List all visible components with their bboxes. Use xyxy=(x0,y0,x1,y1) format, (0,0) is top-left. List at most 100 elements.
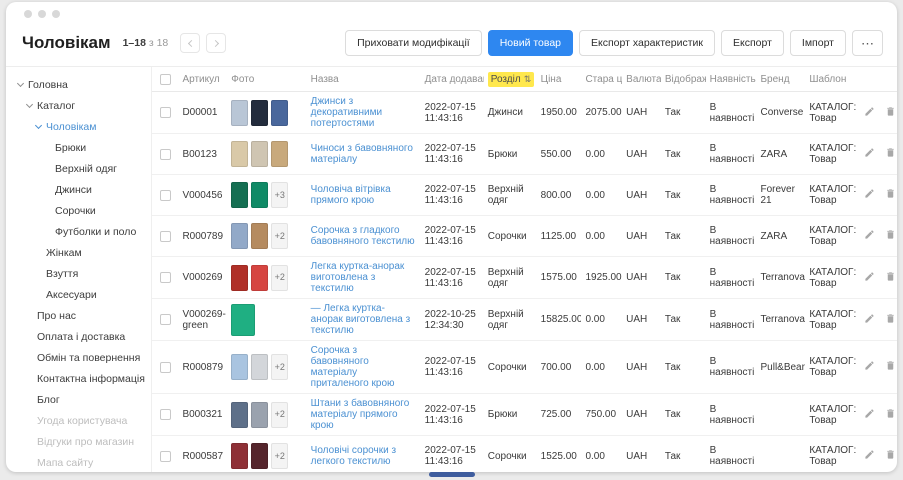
product-photos[interactable]: +2 xyxy=(231,402,302,428)
more-photos-badge[interactable]: +2 xyxy=(271,265,288,291)
product-name-link[interactable]: Легка куртка-анорак виготовлена з тексти… xyxy=(311,261,405,294)
sidebar-item-4[interactable]: Верхній одяг xyxy=(6,158,151,179)
product-thumbnail[interactable] xyxy=(231,223,248,249)
next-page-button[interactable] xyxy=(206,33,226,53)
sidebar-item-15[interactable]: Блог xyxy=(6,389,151,410)
product-name-link[interactable]: Чоловіча вітрівка прямого крою xyxy=(311,184,391,206)
product-name-link[interactable]: Джинси з декоративними потертостями xyxy=(311,96,382,129)
product-name-link[interactable]: Сорочка з бавовняного матеріалу притален… xyxy=(311,345,395,389)
product-photos[interactable] xyxy=(231,141,302,167)
edit-button[interactable] xyxy=(864,449,875,463)
product-thumbnail[interactable] xyxy=(231,354,248,380)
sidebar-item-18[interactable]: Мапа сайту xyxy=(6,452,151,472)
hide-modifications-button[interactable]: Приховати модифікації xyxy=(345,30,482,56)
row-checkbox[interactable] xyxy=(160,362,171,373)
import-button[interactable]: Імпорт xyxy=(790,30,846,56)
more-photos-badge[interactable]: +3 xyxy=(271,182,288,208)
column-header[interactable]: Ціна xyxy=(537,67,582,92)
sidebar-item-9[interactable]: Взуття xyxy=(6,263,151,284)
delete-button[interactable] xyxy=(885,408,896,422)
edit-button[interactable] xyxy=(864,147,875,161)
sidebar-item-14[interactable]: Контактна інформація xyxy=(6,368,151,389)
column-header[interactable]: Назва xyxy=(307,67,421,92)
product-thumbnail[interactable] xyxy=(251,402,268,428)
sidebar-item-10[interactable]: Аксесуари xyxy=(6,284,151,305)
column-header[interactable]: Бренд xyxy=(756,67,805,92)
product-name-link[interactable]: — Легка куртка-анорак виготовлена з текс… xyxy=(311,303,411,336)
row-checkbox[interactable] xyxy=(160,231,171,242)
delete-button[interactable] xyxy=(885,271,896,285)
product-thumbnail[interactable] xyxy=(251,443,268,469)
window-dot-icon[interactable] xyxy=(52,10,60,18)
sidebar-item-12[interactable]: Оплата і доставка xyxy=(6,326,151,347)
product-thumbnail[interactable] xyxy=(231,265,248,291)
more-photos-badge[interactable]: +2 xyxy=(271,223,288,249)
product-thumbnail[interactable] xyxy=(231,182,248,208)
product-thumbnail[interactable] xyxy=(251,223,268,249)
edit-button[interactable] xyxy=(864,188,875,202)
window-dot-icon[interactable] xyxy=(24,10,32,18)
product-photos[interactable]: +2 xyxy=(231,265,302,291)
sidebar-item-7[interactable]: Футболки и поло xyxy=(6,221,151,242)
column-header[interactable]: Артикул xyxy=(178,67,227,92)
product-photos[interactable]: +2 xyxy=(231,354,302,380)
sidebar-item-11[interactable]: Про нас xyxy=(6,305,151,326)
product-thumbnail[interactable] xyxy=(231,402,248,428)
sidebar-item-17[interactable]: Відгуки про магазин xyxy=(6,431,151,452)
column-header[interactable]: Відображати xyxy=(661,67,706,92)
sidebar-item-5[interactable]: Джинси xyxy=(6,179,151,200)
product-name-link[interactable]: Сорочка з гладкого бавовняного текстилю xyxy=(311,225,415,247)
row-checkbox[interactable] xyxy=(160,190,171,201)
column-header[interactable]: Валюта xyxy=(622,67,661,92)
column-header[interactable]: Дата додавання xyxy=(421,67,484,92)
product-photos[interactable] xyxy=(231,100,302,126)
column-header[interactable]: Фото xyxy=(227,67,306,92)
edit-button[interactable] xyxy=(864,229,875,243)
export-characteristics-button[interactable]: Експорт характеристик xyxy=(579,30,715,56)
row-checkbox[interactable] xyxy=(160,409,171,420)
delete-button[interactable] xyxy=(885,106,896,120)
delete-button[interactable] xyxy=(885,360,896,374)
row-checkbox[interactable] xyxy=(160,451,171,462)
sidebar-item-6[interactable]: Сорочки xyxy=(6,200,151,221)
product-photos[interactable]: +2 xyxy=(231,223,302,249)
delete-button[interactable] xyxy=(885,229,896,243)
column-header[interactable]: Розділ⇅ xyxy=(484,67,537,92)
row-checkbox[interactable] xyxy=(160,314,171,325)
more-photos-badge[interactable]: +2 xyxy=(271,443,288,469)
export-button[interactable]: Експорт xyxy=(721,30,784,56)
product-thumbnail[interactable] xyxy=(251,182,268,208)
edit-button[interactable] xyxy=(864,106,875,120)
sidebar-item-8[interactable]: Жінкам xyxy=(6,242,151,263)
select-all-checkbox[interactable] xyxy=(160,74,171,85)
product-thumbnail[interactable] xyxy=(231,304,255,336)
product-thumbnail[interactable] xyxy=(231,100,248,126)
prev-page-button[interactable] xyxy=(180,33,200,53)
product-name-link[interactable]: Чиноси з бавовняного матеріалу xyxy=(311,143,413,165)
sort-icon[interactable]: ⇅ xyxy=(524,74,532,84)
edit-button[interactable] xyxy=(864,271,875,285)
product-thumbnail[interactable] xyxy=(251,100,268,126)
sidebar-item-0[interactable]: Головна xyxy=(6,74,151,95)
edit-button[interactable] xyxy=(864,408,875,422)
sidebar-item-1[interactable]: Каталог xyxy=(6,95,151,116)
product-photos[interactable] xyxy=(231,304,302,336)
product-name-link[interactable]: Чоловічі сорочки з легкого текстилю xyxy=(311,445,396,467)
delete-button[interactable] xyxy=(885,449,896,463)
product-thumbnail[interactable] xyxy=(251,354,268,380)
column-header[interactable]: Стара ціна xyxy=(581,67,622,92)
column-header[interactable]: Наявність xyxy=(706,67,757,92)
edit-button[interactable] xyxy=(864,360,875,374)
delete-button[interactable] xyxy=(885,188,896,202)
row-checkbox[interactable] xyxy=(160,149,171,160)
product-thumbnail[interactable] xyxy=(231,141,248,167)
product-thumbnail[interactable] xyxy=(251,265,268,291)
new-product-button[interactable]: Новий товар xyxy=(488,30,573,56)
product-photos[interactable]: +3 xyxy=(231,182,302,208)
more-photos-badge[interactable]: +2 xyxy=(271,354,288,380)
sidebar-item-13[interactable]: Обмін та повернення xyxy=(6,347,151,368)
product-thumbnail[interactable] xyxy=(271,100,288,126)
product-thumbnail[interactable] xyxy=(271,141,288,167)
more-photos-badge[interactable]: +2 xyxy=(271,402,288,428)
product-photos[interactable]: +2 xyxy=(231,443,302,469)
